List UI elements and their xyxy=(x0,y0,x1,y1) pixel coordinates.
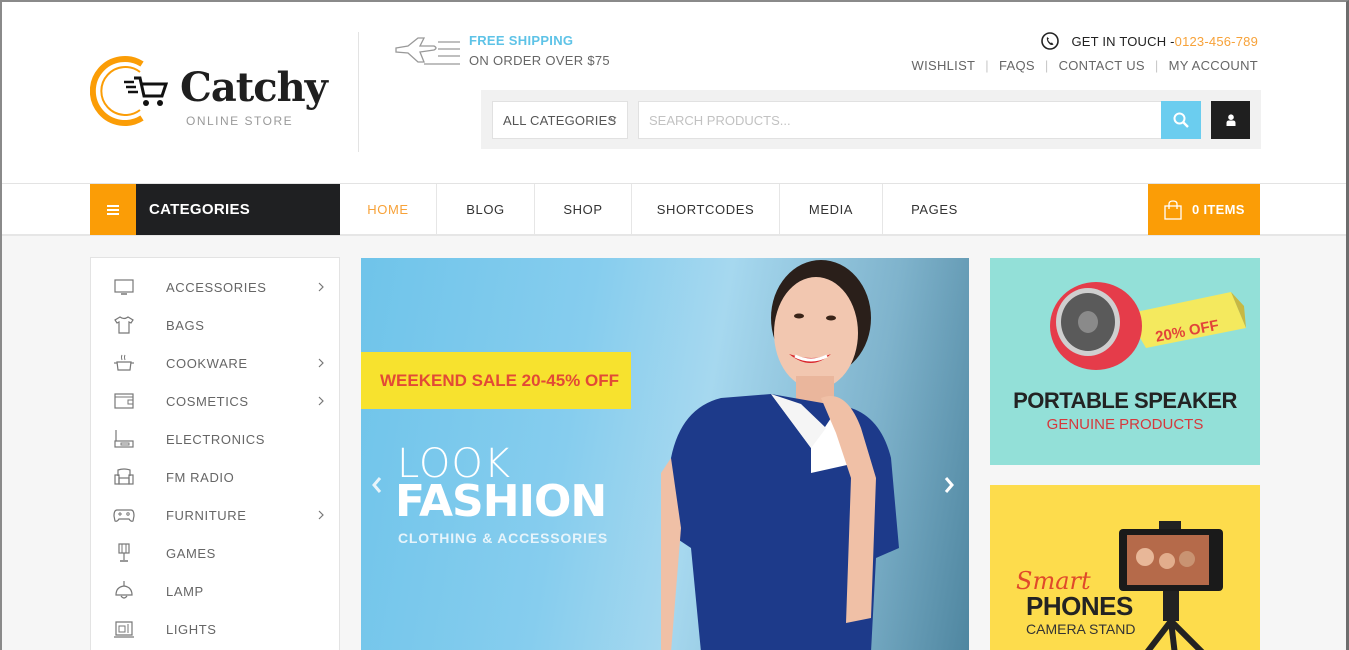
nav-pages[interactable]: PAGES xyxy=(883,184,986,235)
airplane-icon xyxy=(395,37,460,65)
search-button[interactable] xyxy=(1161,101,1201,139)
sidebar-item-label: LAMP xyxy=(166,583,204,599)
search-bar: ALL CATEGORIES xyxy=(481,90,1261,149)
free-shipping-subtitle: ON ORDER OVER $75 xyxy=(469,53,610,68)
sidebar-item-cookware[interactable]: COOKWARE xyxy=(91,344,339,382)
separator: | xyxy=(985,58,989,73)
menu-bar: HOME BLOG SHOP SHORTCODES MEDIA PAGES xyxy=(340,184,986,235)
sidebar-item-label: FM RADIO xyxy=(166,469,235,485)
hero-slider[interactable]: WEEKEND SALE 20-45% OFF LOOK FASHION CLO… xyxy=(361,258,969,650)
categories-toggle[interactable]: CATEGORIES xyxy=(90,184,340,235)
chevron-down-icon xyxy=(609,116,617,122)
sidebar-item-electronics[interactable]: ELECTRONICS xyxy=(91,420,339,458)
speaker-image: 20% OFF xyxy=(1050,282,1246,370)
shopping-bag-icon xyxy=(1164,199,1182,220)
user-button[interactable] xyxy=(1211,101,1250,139)
header-divider xyxy=(358,32,359,152)
sidebar-item-accessories[interactable]: ACCESSORIES xyxy=(91,268,339,306)
sidebar-item-furniture[interactable]: FURNITURE xyxy=(91,496,339,534)
router-icon xyxy=(114,430,134,448)
nav-shortcodes[interactable]: SHORTCODES xyxy=(632,184,780,235)
sidebar-item-label: BAGS xyxy=(166,317,205,333)
sidebar-item-label: COSMETICS xyxy=(166,393,249,409)
user-icon xyxy=(1226,114,1235,126)
category-select-value: ALL CATEGORIES xyxy=(503,112,617,128)
banner-subtitle: CAMERA STAND xyxy=(1026,621,1136,637)
contact-label: GET IN TOUCH - xyxy=(1071,33,1175,49)
categories-label: CATEGORIES xyxy=(149,201,251,218)
category-select[interactable]: ALL CATEGORIES xyxy=(492,101,628,139)
model-image xyxy=(661,260,899,650)
armchair-icon xyxy=(114,468,134,485)
link-contact-us[interactable]: CONTACT US xyxy=(1059,58,1145,73)
sidebar-item-lamp[interactable]: LAMP xyxy=(91,572,339,610)
contact-phone[interactable]: 0123-456-789 xyxy=(1175,34,1258,49)
sidebar-item-cosmetics[interactable]: COSMETICS xyxy=(91,382,339,420)
chevron-right-icon xyxy=(318,510,324,520)
banner-title: PHONES xyxy=(1026,591,1133,621)
pendant-lamp-icon xyxy=(115,581,133,599)
phone-icon xyxy=(1041,32,1060,50)
sidebar-item-label: ACCESSORIES xyxy=(166,279,267,295)
sidebar-item-label: ELECTRONICS xyxy=(166,431,266,447)
monitor-icon xyxy=(114,279,134,295)
separator: | xyxy=(1154,58,1159,73)
cart-count: 0 ITEMS xyxy=(1192,202,1245,217)
sidebar-item-label: FURNITURE xyxy=(166,507,247,523)
banner-subtitle: GENUINE PRODUCTS xyxy=(1046,416,1204,433)
free-shipping-title: FREE SHIPPING xyxy=(469,33,574,48)
slider-next-icon[interactable] xyxy=(941,474,957,496)
link-my-account[interactable]: MY ACCOUNT xyxy=(1169,58,1258,73)
cart-button[interactable]: 0 ITEMS xyxy=(1148,184,1260,235)
site-header: Catchy ONLINE STORE FREE SHIPPING ON ORD… xyxy=(2,2,1346,184)
sidebar-item-label: GAMES xyxy=(166,545,216,561)
search-input[interactable] xyxy=(638,101,1162,139)
link-faqs[interactable]: FAQS xyxy=(999,58,1035,73)
category-sidebar: ACCESSORIES BAGS COOKWARE COSMETICS ELEC… xyxy=(90,257,340,650)
pot-icon xyxy=(114,354,134,371)
main-navigation: CATEGORIES HOME BLOG SHOP SHORTCODES MED… xyxy=(2,184,1346,236)
tshirt-icon xyxy=(114,316,134,334)
sidebar-item-label: LIGHTS xyxy=(166,621,217,637)
sidebar-item-bags[interactable]: BAGS xyxy=(91,306,339,344)
banner-portable-speaker[interactable]: 20% OFF PORTABLE SPEAKER GENUINE PRODUCT… xyxy=(990,258,1260,465)
nav-shop[interactable]: SHOP xyxy=(535,184,632,235)
separator: | xyxy=(1044,58,1049,73)
link-wishlist[interactable]: WISHLIST xyxy=(912,58,976,73)
gamepad-icon xyxy=(113,509,135,522)
nav-media[interactable]: MEDIA xyxy=(780,184,883,235)
banner-title: PORTABLE SPEAKER xyxy=(1013,388,1237,413)
logo[interactable]: Catchy ONLINE STORE xyxy=(90,54,330,134)
banner-smart-phones[interactable]: Smart PHONES CAMERA STAND xyxy=(990,485,1260,650)
wallet-icon xyxy=(114,393,134,409)
sidebar-item-games[interactable]: GAMES xyxy=(91,534,339,572)
hero-line-2: FASHION xyxy=(395,476,607,527)
slider-prev-icon[interactable] xyxy=(369,474,385,496)
top-links: WISHLIST | FAQS | CONTACT US | MY ACCOUN… xyxy=(912,58,1259,73)
table-lamp-icon xyxy=(118,543,130,562)
menu-icon xyxy=(90,184,136,235)
sidebar-item-fm-radio[interactable]: FM RADIO xyxy=(91,458,339,496)
chevron-right-icon xyxy=(318,358,324,368)
sale-banner[interactable]: WEEKEND SALE 20-45% OFF xyxy=(361,352,631,409)
cart-logo-icon xyxy=(124,76,168,106)
sidebar-item-lights[interactable]: LIGHTS xyxy=(91,610,339,648)
hero-line-3: CLOTHING & ACCESSORIES xyxy=(398,530,608,546)
chevron-right-icon xyxy=(318,396,324,406)
nav-home[interactable]: HOME xyxy=(340,184,437,235)
sewing-machine-icon xyxy=(114,621,134,638)
brand-tagline: ONLINE STORE xyxy=(186,114,294,128)
nav-blog[interactable]: BLOG xyxy=(437,184,535,235)
brand-name: Catchy xyxy=(180,64,328,111)
chevron-right-icon xyxy=(318,282,324,292)
search-icon xyxy=(1173,112,1189,128)
contact-info: GET IN TOUCH - 0123-456-789 xyxy=(1041,32,1258,50)
sidebar-item-label: COOKWARE xyxy=(166,355,248,371)
